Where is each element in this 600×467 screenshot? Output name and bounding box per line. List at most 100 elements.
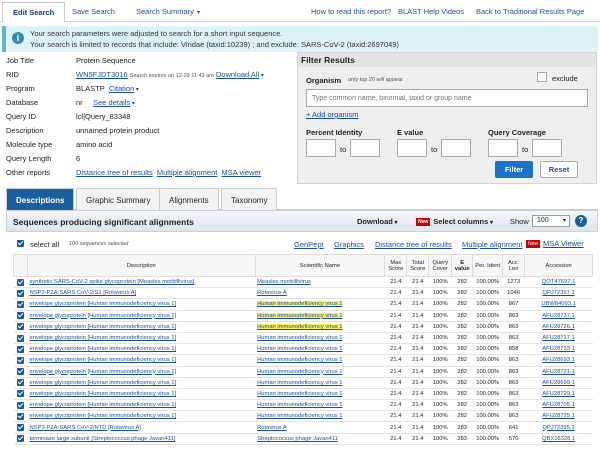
accession-link[interactable]: AFU28725.1 <box>542 413 575 419</box>
row-checkbox[interactable] <box>16 435 24 443</box>
graphics-link[interactable]: Graphics <box>334 240 364 249</box>
table-row[interactable]: terminase large subunit [Streptococcus p… <box>13 433 593 445</box>
row-checkbox[interactable] <box>16 289 24 297</box>
description-link[interactable]: terminase large subunit [Streptococcus p… <box>29 436 175 442</box>
row-checkbox[interactable] <box>16 334 24 342</box>
msa-viewer-results-link[interactable]: New MSA Viewer <box>526 239 584 249</box>
header-acc-len[interactable]: Acc. Len <box>502 254 526 277</box>
tab-alignments[interactable]: Alignments <box>159 188 219 210</box>
description-link[interactable]: envelope glycoprotein [Human immunodefic… <box>29 402 176 408</box>
tab-graphic-summary[interactable]: Graphic Summary <box>76 188 161 210</box>
accession-link[interactable]: AFU28717.1 <box>542 335 575 341</box>
accession-link[interactable]: AFU28721.1 <box>542 369 575 375</box>
table-row[interactable]: NSP3-P2A-SARS CoV-2/NTD [Rotavirus A] Rot… <box>13 421 593 434</box>
scientific-name-link[interactable]: Human immunodeficiency virus 1 <box>257 301 343 308</box>
reset-button[interactable]: Reset <box>540 161 578 178</box>
row-checkbox[interactable] <box>16 424 24 432</box>
description-link[interactable]: envelope glycoprotein [Human immunodefic… <box>29 369 176 375</box>
accession-link[interactable]: QBX16328.1 <box>542 436 575 442</box>
scientific-name-link[interactable]: Streptococcus phage Javan411 <box>257 436 338 442</box>
msa-viewer-link[interactable]: MSA viewer <box>222 168 262 177</box>
save-search-link[interactable]: Save Search <box>72 7 115 16</box>
see-details-link[interactable]: See details <box>93 98 130 107</box>
scientific-name-link[interactable]: Measles morbillivirus <box>257 279 311 285</box>
select-all-checkbox[interactable] <box>17 240 24 247</box>
table-row[interactable]: envelope glycoprotein [Human immunodefic… <box>13 298 593 311</box>
description-link[interactable]: envelope glycoprotein [Human immunodefic… <box>29 324 176 330</box>
scientific-name-link[interactable]: Human immunodeficiency virus 1 <box>257 413 342 419</box>
accession-link[interactable]: AFU28693.1 <box>542 357 575 363</box>
table-row[interactable]: envelope glycoprotein [Human immunodefic… <box>13 399 593 412</box>
accession-link[interactable]: QOT47697.1 <box>542 279 576 285</box>
description-link[interactable]: envelope glycoprotein [Human immunodefic… <box>29 313 176 319</box>
row-checkbox[interactable] <box>16 323 24 331</box>
accession-link[interactable]: QPJ72395.1 <box>542 425 574 431</box>
add-organism-link[interactable]: + Add organism <box>306 110 358 119</box>
accession-link[interactable]: AFU28733.1 <box>542 346 575 352</box>
table-row[interactable]: envelope glycoprotein [Human immunodefic… <box>13 321 593 333</box>
scientific-name-link[interactable]: Human immunodeficiency virus 1 <box>257 312 343 319</box>
description-link[interactable]: synthetic SARS-CoV-2 spike glycoprotein … <box>29 279 194 285</box>
table-row[interactable]: envelope glycoprotein [Human immunodefic… <box>13 343 593 356</box>
select-columns-menu[interactable]: New Select columns ▾ <box>416 217 493 227</box>
help-icon[interactable]: ? <box>575 215 587 227</box>
accession-link[interactable]: AFU28729.1 <box>542 391 575 397</box>
row-checkbox[interactable] <box>16 278 24 286</box>
description-link[interactable]: envelope glycoprotein [Human immunodefic… <box>29 346 176 352</box>
table-row[interactable]: envelope glycoprotein [Human immunodefic… <box>13 410 593 423</box>
genpept-link[interactable]: GenPept <box>294 240 324 249</box>
header-max-score[interactable]: Max Score <box>384 254 408 277</box>
description-link[interactable]: envelope glycoprotein [Human immunodefic… <box>29 391 176 397</box>
header-scientific-name[interactable]: Scientific Name <box>254 254 386 277</box>
download-menu[interactable]: Download ▾ <box>357 217 398 226</box>
description-link[interactable]: envelope glycoprotein [Human immunodefic… <box>29 335 176 341</box>
accession-link[interactable]: AFU28726.1 <box>542 324 575 330</box>
organism-input[interactable] <box>306 89 588 107</box>
description-link[interactable]: envelope glycoprotein [Human immunodefic… <box>29 413 176 419</box>
how-to-read-link[interactable]: How to read this report? <box>311 7 391 16</box>
edit-search-tab[interactable]: Edit Search <box>2 2 66 22</box>
table-row[interactable]: envelope glycoprotein [Human immunodefic… <box>13 310 593 322</box>
table-row[interactable]: envelope glycoprotein [Human immunodefic… <box>13 332 593 345</box>
accession-link[interactable]: AFU28737.1 <box>542 313 575 319</box>
accession-link[interactable]: UBW84093.1 <box>541 301 575 307</box>
coverage-max-input[interactable] <box>532 139 562 157</box>
multiple-alignment-results-link[interactable]: Multiple alignment <box>462 240 522 249</box>
table-row[interactable]: envelope glycoprotein [Human immunodefic… <box>13 388 593 401</box>
tab-taxonomy[interactable]: Taxonomy <box>221 188 278 210</box>
evalue-min-input[interactable] <box>397 139 427 157</box>
table-row[interactable]: synthetic SARS-CoV-2 spike glycoprotein … <box>13 276 593 289</box>
table-row[interactable]: NSP3-P2A-SARS CoV-2/S1 [Rotavirus A] Rota… <box>13 287 593 300</box>
header-e-value[interactable]: E value <box>451 254 474 277</box>
table-row[interactable]: envelope glycoprotein [Human immunodefic… <box>13 377 593 389</box>
distance-tree-results-link[interactable]: Distance tree of results <box>375 240 452 249</box>
row-checkbox[interactable] <box>16 368 24 376</box>
row-checkbox[interactable] <box>16 401 24 409</box>
help-videos-link[interactable]: BLAST Help Videos <box>398 7 464 16</box>
header-query-cover[interactable]: Query Cover <box>428 254 453 277</box>
accession-link[interactable]: AFU28705.1 <box>542 402 575 408</box>
coverage-min-input[interactable] <box>488 139 518 157</box>
row-checkbox[interactable] <box>16 356 24 364</box>
rid-link[interactable]: WN5FJDT3016 <box>76 70 128 79</box>
scientific-name-link[interactable]: Human immunodeficiency virus 1 <box>257 346 342 352</box>
multiple-alignment-link[interactable]: Multiple alignment <box>157 168 217 177</box>
header-total-score[interactable]: Total Score <box>406 254 430 277</box>
accession-link[interactable]: AFU28699.1 <box>542 380 575 386</box>
scientific-name-link[interactable]: Human immunodeficiency virus 1 <box>257 335 342 341</box>
header-per-ident[interactable]: Per. Ident <box>472 254 504 277</box>
header-accession[interactable]: Accession <box>524 254 593 277</box>
row-checkbox[interactable] <box>16 412 24 420</box>
accession-link[interactable]: QPJ72397.1 <box>542 290 574 296</box>
tab-descriptions[interactable]: Descriptions <box>6 188 75 210</box>
download-all-link[interactable]: Download All <box>216 70 259 79</box>
identity-max-input[interactable] <box>350 139 380 157</box>
row-checkbox[interactable] <box>16 312 24 320</box>
scientific-name-link[interactable]: Rotavirus A <box>257 290 287 296</box>
row-checkbox[interactable] <box>16 390 24 398</box>
evalue-max-input[interactable] <box>441 139 471 157</box>
scientific-name-link[interactable]: Human immunodeficiency virus 1 <box>257 369 342 375</box>
table-row[interactable]: envelope glycoprotein [Human immunodefic… <box>13 354 593 367</box>
traditional-results-link[interactable]: Back to Traditional Results Page <box>476 7 584 16</box>
row-checkbox[interactable] <box>16 300 24 308</box>
